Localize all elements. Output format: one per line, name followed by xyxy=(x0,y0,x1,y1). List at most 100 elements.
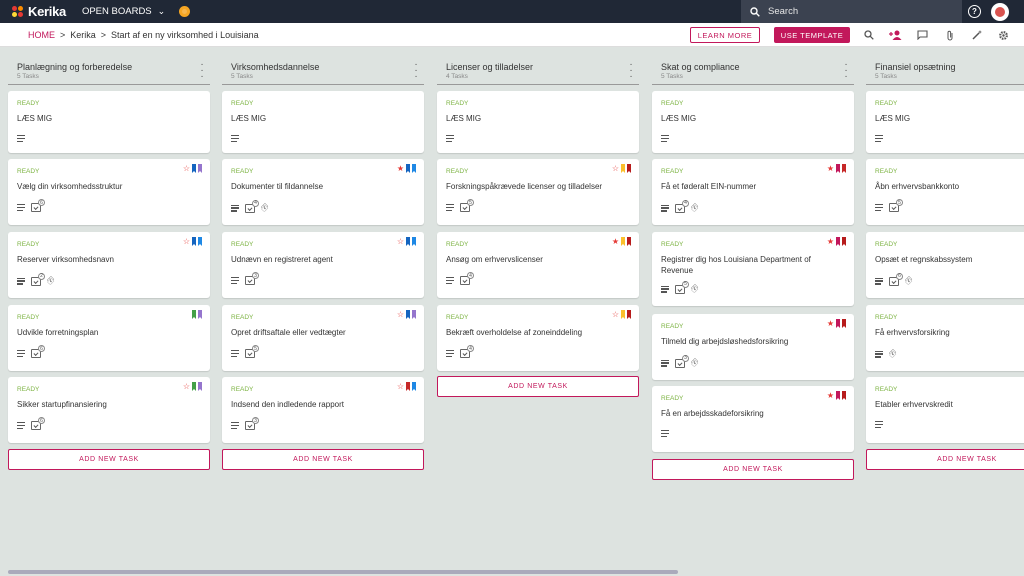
task-title[interactable]: Opsæt et regnskabssystem xyxy=(875,254,1024,265)
column-title[interactable]: Skat og compliance xyxy=(661,62,846,72)
search-icon[interactable] xyxy=(862,29,875,42)
task-card[interactable]: READY LÆS MIG xyxy=(866,91,1024,153)
search-input[interactable]: Search xyxy=(768,6,798,17)
task-card[interactable]: READY Reserver virksomhedsnavn ☆ 2 ⎘ xyxy=(8,232,210,298)
task-card[interactable]: READY Vælg din virksomhedsstruktur ☆ 6 xyxy=(8,159,210,225)
star-outline-icon[interactable]: ☆ xyxy=(397,382,404,391)
task-card[interactable]: READY Åbn erhvervsbankkonto 5 xyxy=(866,159,1024,225)
sun-icon[interactable] xyxy=(179,6,191,17)
task-card[interactable]: READY Forskningspåkrævede licenser og til… xyxy=(437,159,639,225)
task-card[interactable]: READY Udvikle forretningsplan 6 xyxy=(8,305,210,371)
star-filled-icon[interactable]: ★ xyxy=(612,237,619,246)
star-filled-icon[interactable]: ★ xyxy=(397,164,404,173)
search-box[interactable]: Search xyxy=(741,0,962,23)
task-title[interactable]: LÆS MIG xyxy=(17,113,197,124)
task-title[interactable]: Sikker startupfinansiering xyxy=(17,399,197,410)
column-title[interactable]: Finansiel opsætning xyxy=(875,62,1024,72)
task-card[interactable]: READY Sikker startupfinansiering ☆ 6 xyxy=(8,377,210,443)
open-boards-menu[interactable]: OPEN BOARDS ⌄ xyxy=(82,6,165,17)
checklist-icon: 5 xyxy=(245,345,259,358)
breadcrumb-board[interactable]: Kerika xyxy=(70,30,96,40)
task-card[interactable]: READY Få et føderalt EIN-nummer ★ 4 ⎘ xyxy=(652,159,854,225)
star-outline-icon[interactable]: ☆ xyxy=(183,382,190,391)
task-title[interactable]: Ansøg om erhvervslicenser xyxy=(446,254,626,265)
learn-more-button[interactable]: LEARN MORE xyxy=(690,27,760,43)
add-new-task-button[interactable]: ADD NEW TASK xyxy=(437,376,639,397)
checklist-icon: 5 xyxy=(675,280,689,294)
star-outline-icon[interactable]: ☆ xyxy=(612,164,619,173)
task-title[interactable]: Bekræft overholdelse af zoneinddeling xyxy=(446,327,626,338)
star-outline-icon[interactable]: ☆ xyxy=(397,310,404,319)
add-new-task-button[interactable]: ADD NEW TASK xyxy=(222,449,424,470)
task-title[interactable]: Reserver virksomhedsnavn xyxy=(17,254,197,265)
task-card[interactable]: READY Udnævn en registreret agent ☆ 3 xyxy=(222,232,424,298)
task-card[interactable]: READY Opret driftsaftale eller vedtægter ☆… xyxy=(222,305,424,371)
add-person-icon[interactable] xyxy=(889,29,902,42)
task-card[interactable]: READY LÆS MIG xyxy=(652,91,854,153)
horizontal-scrollbar[interactable] xyxy=(8,570,678,574)
task-title[interactable]: LÆS MIG xyxy=(446,113,626,124)
board-column: Skat og compliance 5 Tasks · · · READY LÆS MIG… xyxy=(652,47,854,480)
description-icon xyxy=(875,204,883,211)
task-title[interactable]: Tilmeld dig arbejdsløshedsforsikring xyxy=(661,336,841,347)
gear-icon[interactable] xyxy=(997,29,1010,42)
column-title[interactable]: Planlægning og forberedelse xyxy=(17,62,202,72)
breadcrumb-home[interactable]: HOME xyxy=(28,30,55,40)
task-card[interactable]: READY Ansøg om erhvervslicenser ★ 4 xyxy=(437,232,639,298)
task-title[interactable]: Opret driftsaftale eller vedtægter xyxy=(231,327,411,338)
task-card[interactable]: READY LÆS MIG xyxy=(222,91,424,153)
task-card[interactable]: READY Få en arbejdsskadeforsikring ★ xyxy=(652,386,854,452)
help-icon[interactable]: ? xyxy=(968,5,981,18)
task-title[interactable]: Få et føderalt EIN-nummer xyxy=(661,181,841,192)
task-title[interactable]: Vælg din virksomhedsstruktur xyxy=(17,181,197,192)
task-card[interactable]: READY Tilmeld dig arbejdsløshedsforsikrin… xyxy=(652,314,854,380)
task-title[interactable]: Åbn erhvervsbankkonto xyxy=(875,181,1024,192)
task-card[interactable]: READY Etabler erhvervskredit xyxy=(866,377,1024,443)
task-title[interactable]: Dokumenter til fildannelse xyxy=(231,181,411,192)
task-title[interactable]: Få erhvervsforsikring xyxy=(875,327,1024,338)
task-title[interactable]: Få en arbejdsskadeforsikring xyxy=(661,408,841,419)
task-card[interactable]: READY Indsend den indledende rapport ☆ 3 xyxy=(222,377,424,443)
add-new-task-button[interactable]: ADD NEW TASK xyxy=(866,449,1024,470)
star-filled-icon[interactable]: ★ xyxy=(827,391,834,400)
task-card[interactable]: READY Registrer dig hos Louisiana Departm… xyxy=(652,232,854,306)
task-card[interactable]: READY LÆS MIG xyxy=(437,91,639,153)
avatar[interactable] xyxy=(991,2,1009,21)
task-card[interactable]: READY Opsæt et regnskabssystem 6 ⎘ xyxy=(866,232,1024,298)
chat-icon[interactable] xyxy=(916,29,929,42)
more-vert-icon[interactable]: · · · xyxy=(414,60,418,82)
star-outline-icon[interactable]: ☆ xyxy=(397,237,404,246)
star-outline-icon[interactable]: ☆ xyxy=(183,237,190,246)
task-card[interactable]: READY Dokumenter til fildannelse ★ 4 ⎘ xyxy=(222,159,424,225)
star-filled-icon[interactable]: ★ xyxy=(827,164,834,173)
task-card-icons xyxy=(875,421,883,428)
task-title[interactable]: Udnævn en registreret agent xyxy=(231,254,411,265)
more-vert-icon[interactable]: · · · xyxy=(844,60,848,82)
star-outline-icon[interactable]: ☆ xyxy=(612,310,619,319)
more-vert-icon[interactable]: · · · xyxy=(200,60,204,82)
star-filled-icon[interactable]: ★ xyxy=(827,319,834,328)
star-outline-icon[interactable]: ☆ xyxy=(183,164,190,173)
task-card[interactable]: READY Bekræft overholdelse af zoneinddeli… xyxy=(437,305,639,371)
add-new-task-button[interactable]: ADD NEW TASK xyxy=(8,449,210,470)
task-title[interactable]: LÆS MIG xyxy=(661,113,841,124)
add-new-task-button[interactable]: ADD NEW TASK xyxy=(652,459,854,480)
kerika-logo[interactable]: Kerika xyxy=(12,0,66,23)
task-title[interactable]: Forskningspåkrævede licenser og tilladel… xyxy=(446,181,626,192)
task-title[interactable]: LÆS MIG xyxy=(875,113,1024,124)
more-vert-icon[interactable]: · · · xyxy=(629,60,633,82)
attachment-icon[interactable] xyxy=(943,29,956,42)
column-title[interactable]: Virksomhedsdannelse xyxy=(231,62,416,72)
task-title[interactable]: LÆS MIG xyxy=(231,113,411,124)
star-filled-icon[interactable]: ★ xyxy=(827,237,834,246)
column-header: Skat og compliance 5 Tasks · · · xyxy=(652,47,854,85)
use-template-button[interactable]: USE TEMPLATE xyxy=(774,27,850,43)
task-card[interactable]: READY Få erhvervsforsikring ⎘ xyxy=(866,305,1024,371)
column-title[interactable]: Licenser og tilladelser xyxy=(446,62,631,72)
task-title[interactable]: Registrer dig hos Louisiana Department o… xyxy=(661,254,841,276)
wand-icon[interactable] xyxy=(970,29,983,42)
task-title[interactable]: Indsend den indledende rapport xyxy=(231,399,411,410)
task-title[interactable]: Etabler erhvervskredit xyxy=(875,399,1024,410)
task-card[interactable]: READY LÆS MIG xyxy=(8,91,210,153)
task-title[interactable]: Udvikle forretningsplan xyxy=(17,327,197,338)
